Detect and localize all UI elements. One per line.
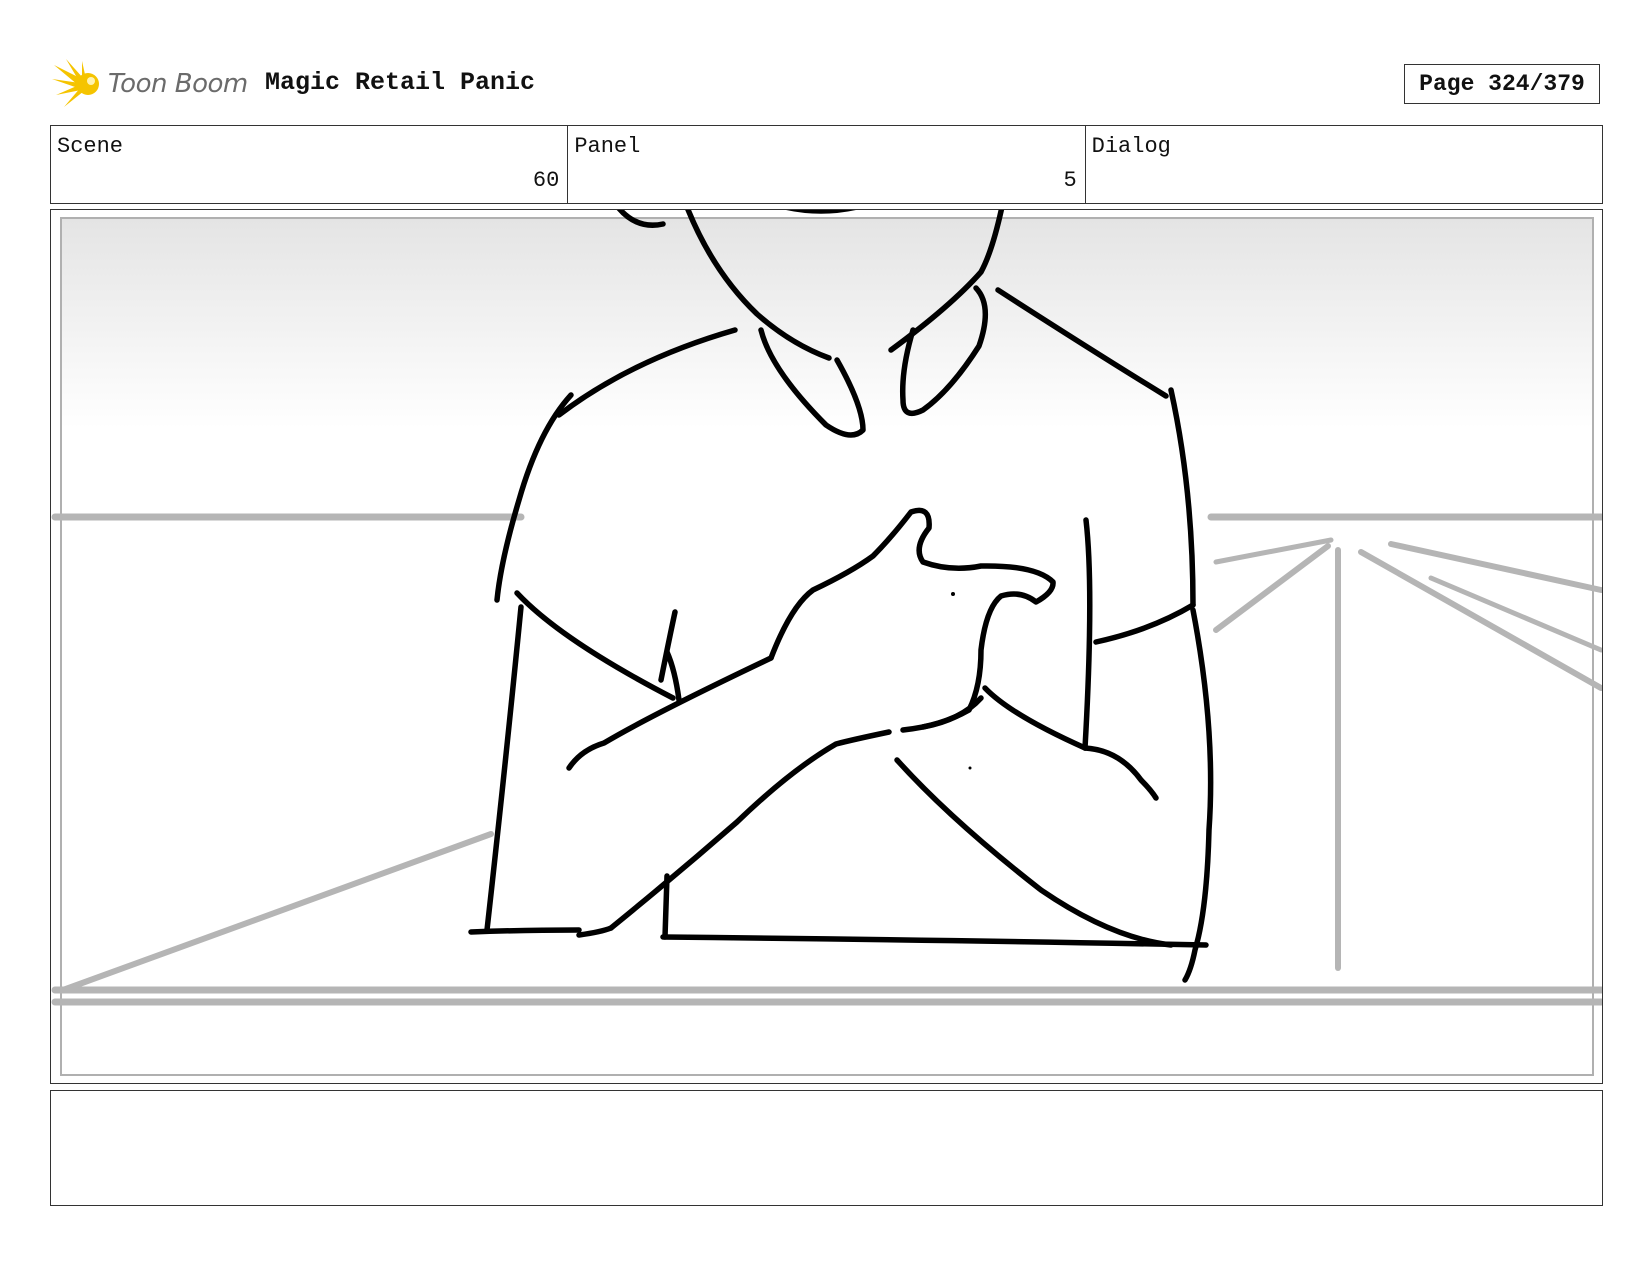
storyboard-panel: [50, 209, 1603, 1084]
background-gradient: [61, 218, 1593, 428]
logo-text: Toon Boom: [108, 69, 248, 99]
panel-cell: Panel 5: [568, 126, 1086, 203]
project-title: Magic Retail Panic: [265, 68, 536, 97]
starburst-icon: [52, 59, 99, 107]
scene-number: 60: [532, 168, 560, 193]
scene-cell: Scene 60: [51, 126, 569, 203]
toon-boom-logo: Toon Boom: [52, 56, 252, 112]
dialog-cell: Dialog: [1086, 126, 1602, 203]
page-indicator: Page 324/379: [1404, 64, 1600, 104]
background-lines: [51, 513, 1602, 1006]
action-notes-box: [50, 1090, 1603, 1206]
panel-number: 5: [1063, 168, 1077, 193]
storyboard-sketch: [51, 210, 1602, 1076]
dialog-label: Dialog: [1091, 134, 1171, 159]
scene-label: Scene: [57, 134, 124, 159]
panel-info-row: Scene 60 Panel 5 Dialog: [50, 125, 1603, 204]
panel-label: Panel: [574, 134, 641, 159]
sketch-dots: [951, 592, 972, 770]
